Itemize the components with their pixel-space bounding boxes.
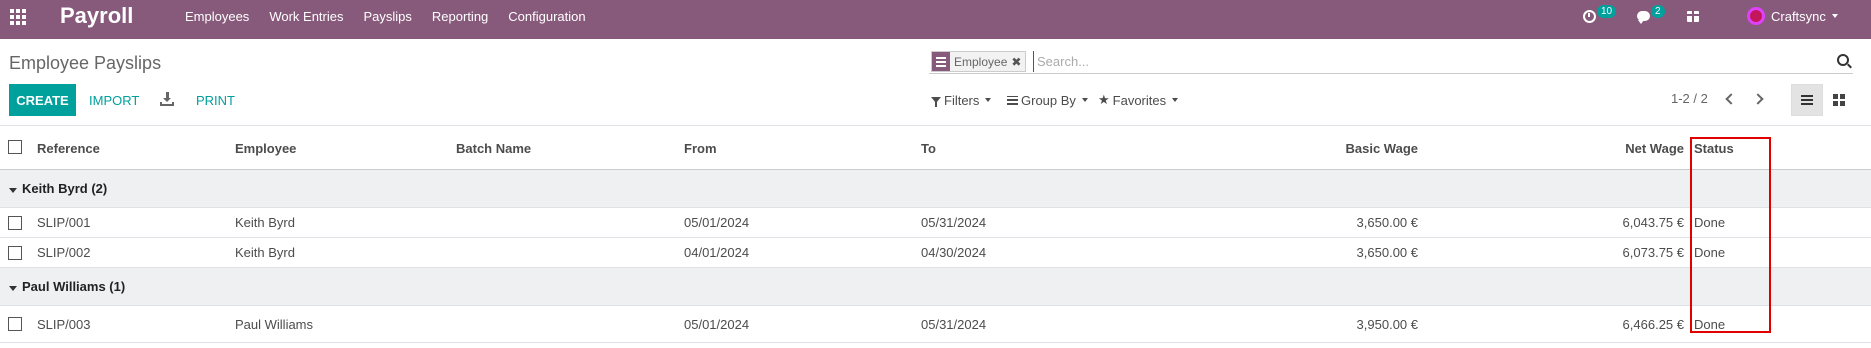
cell-to: 05/31/2024 bbox=[921, 215, 987, 230]
row-checkbox[interactable] bbox=[8, 216, 22, 230]
column-employee[interactable]: Employee bbox=[235, 128, 296, 169]
caret-down-icon bbox=[9, 286, 17, 291]
cell-basic-wage: 3,650.00 € bbox=[1356, 215, 1418, 230]
star-icon: ★ bbox=[1098, 92, 1110, 107]
group-row-keith-byrd[interactable]: Keith Byrd (2) bbox=[0, 170, 1871, 208]
activity-menu[interactable]: 10 bbox=[1583, 0, 1617, 32]
chevron-right-icon bbox=[1751, 93, 1764, 105]
apps-grid-icon[interactable] bbox=[10, 9, 26, 25]
cell-status: Done bbox=[1694, 316, 1726, 332]
cell-to: 05/31/2024 bbox=[921, 316, 987, 332]
top-navbar: Payroll Employees Work Entries Payslips … bbox=[0, 0, 1871, 39]
search-bar: Employee ✖ bbox=[929, 50, 1853, 74]
search-icon[interactable] bbox=[1837, 54, 1849, 66]
table-row[interactable]: SLIP/001 Keith Byrd 05/01/2024 05/31/202… bbox=[0, 208, 1871, 238]
chevron-down-icon bbox=[985, 98, 992, 102]
search-facet: Employee ✖ bbox=[931, 51, 1027, 72]
print-button[interactable]: PRINT bbox=[196, 84, 235, 116]
create-button[interactable]: CREATE bbox=[9, 84, 76, 116]
pager-previous-button[interactable] bbox=[1717, 86, 1741, 112]
cell-basic-wage: 3,650.00 € bbox=[1356, 245, 1418, 260]
column-status[interactable]: Status bbox=[1694, 128, 1734, 169]
groupby-label: Group By bbox=[1021, 92, 1076, 108]
page-title: Employee Payslips bbox=[9, 53, 162, 73]
cell-status: Done bbox=[1694, 215, 1726, 230]
menu-configuration[interactable]: Configuration bbox=[508, 9, 585, 24]
main-menu: Employees Work Entries Payslips Reportin… bbox=[185, 0, 606, 32]
facet-value: Employee bbox=[954, 54, 1008, 69]
cell-reference: SLIP/003 bbox=[37, 316, 91, 332]
company-switcher[interactable]: Craftsync bbox=[1747, 0, 1838, 32]
messages-count-badge: 2 bbox=[1651, 4, 1665, 18]
activity-count-badge: 10 bbox=[1597, 4, 1617, 18]
pager-next-button[interactable] bbox=[1747, 86, 1771, 112]
favorites-dropdown[interactable]: ★ Favorites bbox=[1098, 92, 1179, 108]
clock-icon bbox=[1583, 9, 1596, 23]
cell-employee: Keith Byrd bbox=[235, 245, 295, 260]
groupby-dropdown[interactable]: Group By bbox=[1007, 92, 1088, 108]
search-input[interactable] bbox=[1033, 51, 1733, 72]
caret-down-icon bbox=[9, 188, 17, 193]
column-reference[interactable]: Reference bbox=[37, 128, 100, 169]
cell-reference: SLIP/002 bbox=[37, 245, 91, 260]
column-basic-wage[interactable]: Basic Wage bbox=[1218, 128, 1419, 169]
pager-value[interactable]: 1-2 / 2 bbox=[1671, 91, 1708, 106]
cell-net-wage: 6,073.75 € bbox=[1622, 245, 1684, 260]
messages-menu[interactable]: 2 bbox=[1637, 0, 1665, 32]
group-label: Keith Byrd (2) bbox=[22, 181, 108, 196]
group-row-paul-williams[interactable]: Paul Williams (1) bbox=[0, 268, 1871, 306]
facet-remove-icon[interactable]: ✖ bbox=[1011, 55, 1025, 69]
row-checkbox[interactable] bbox=[8, 246, 22, 260]
filters-dropdown[interactable]: Filters bbox=[931, 92, 992, 108]
column-from[interactable]: From bbox=[684, 128, 717, 169]
menu-work-entries[interactable]: Work Entries bbox=[269, 9, 343, 24]
select-all-checkbox[interactable] bbox=[8, 140, 22, 154]
column-to[interactable]: To bbox=[921, 128, 936, 169]
cell-from: 05/01/2024 bbox=[684, 215, 750, 230]
table-row[interactable]: SLIP/003 Paul Williams 05/01/2024 05/31/… bbox=[0, 306, 1871, 343]
cell-reference: SLIP/001 bbox=[37, 215, 91, 230]
groupby-facet-icon bbox=[932, 52, 950, 71]
company-logo bbox=[1747, 7, 1765, 25]
column-net-wage[interactable]: Net Wage bbox=[1484, 128, 1684, 169]
cell-to: 04/30/2024 bbox=[921, 245, 987, 260]
filter-icon bbox=[931, 97, 941, 107]
menu-employees[interactable]: Employees bbox=[185, 9, 249, 24]
payslips-table: Reference Employee Batch Name From To Ba… bbox=[0, 128, 1871, 343]
cell-net-wage: 6,466.25 € bbox=[1622, 316, 1684, 332]
company-name: Craftsync bbox=[1771, 8, 1826, 24]
table-row[interactable]: SLIP/002 Keith Byrd 04/01/2024 04/30/202… bbox=[0, 238, 1871, 268]
row-checkbox[interactable] bbox=[8, 317, 22, 331]
favorites-label: Favorites bbox=[1112, 92, 1167, 108]
gift-menu[interactable] bbox=[1686, 0, 1700, 32]
group-label: Paul Williams (1) bbox=[22, 279, 126, 294]
cell-employee: Paul Williams bbox=[235, 316, 314, 332]
cell-from: 05/01/2024 bbox=[684, 316, 750, 332]
gift-icon bbox=[1686, 10, 1700, 22]
import-button[interactable]: IMPORT bbox=[89, 84, 139, 116]
column-batch-name[interactable]: Batch Name bbox=[456, 128, 531, 169]
menu-reporting[interactable]: Reporting bbox=[432, 9, 488, 24]
list-view-button[interactable] bbox=[1791, 84, 1823, 116]
cell-status: Done bbox=[1694, 245, 1726, 260]
cell-net-wage: 6,043.75 € bbox=[1622, 215, 1684, 230]
chevron-down-icon bbox=[1081, 98, 1088, 102]
chevron-down-icon bbox=[1172, 98, 1179, 102]
chevron-down-icon bbox=[1831, 14, 1838, 18]
cell-basic-wage: 3,950.00 € bbox=[1356, 316, 1418, 332]
kanban-view-button[interactable] bbox=[1823, 84, 1855, 116]
table-header: Reference Employee Batch Name From To Ba… bbox=[0, 128, 1871, 170]
download-icon[interactable] bbox=[160, 92, 174, 106]
app-name[interactable]: Payroll bbox=[60, 3, 133, 29]
kanban-view-icon bbox=[1833, 94, 1845, 106]
control-panel-divider bbox=[0, 125, 1871, 126]
cell-employee: Keith Byrd bbox=[235, 215, 295, 230]
chat-icon bbox=[1637, 11, 1650, 24]
filters-label: Filters bbox=[944, 92, 980, 108]
list-view-icon bbox=[1801, 95, 1813, 105]
chevron-left-icon bbox=[1724, 93, 1737, 105]
groupby-icon bbox=[1007, 95, 1018, 105]
menu-payslips[interactable]: Payslips bbox=[363, 9, 411, 24]
cell-from: 04/01/2024 bbox=[684, 245, 750, 260]
